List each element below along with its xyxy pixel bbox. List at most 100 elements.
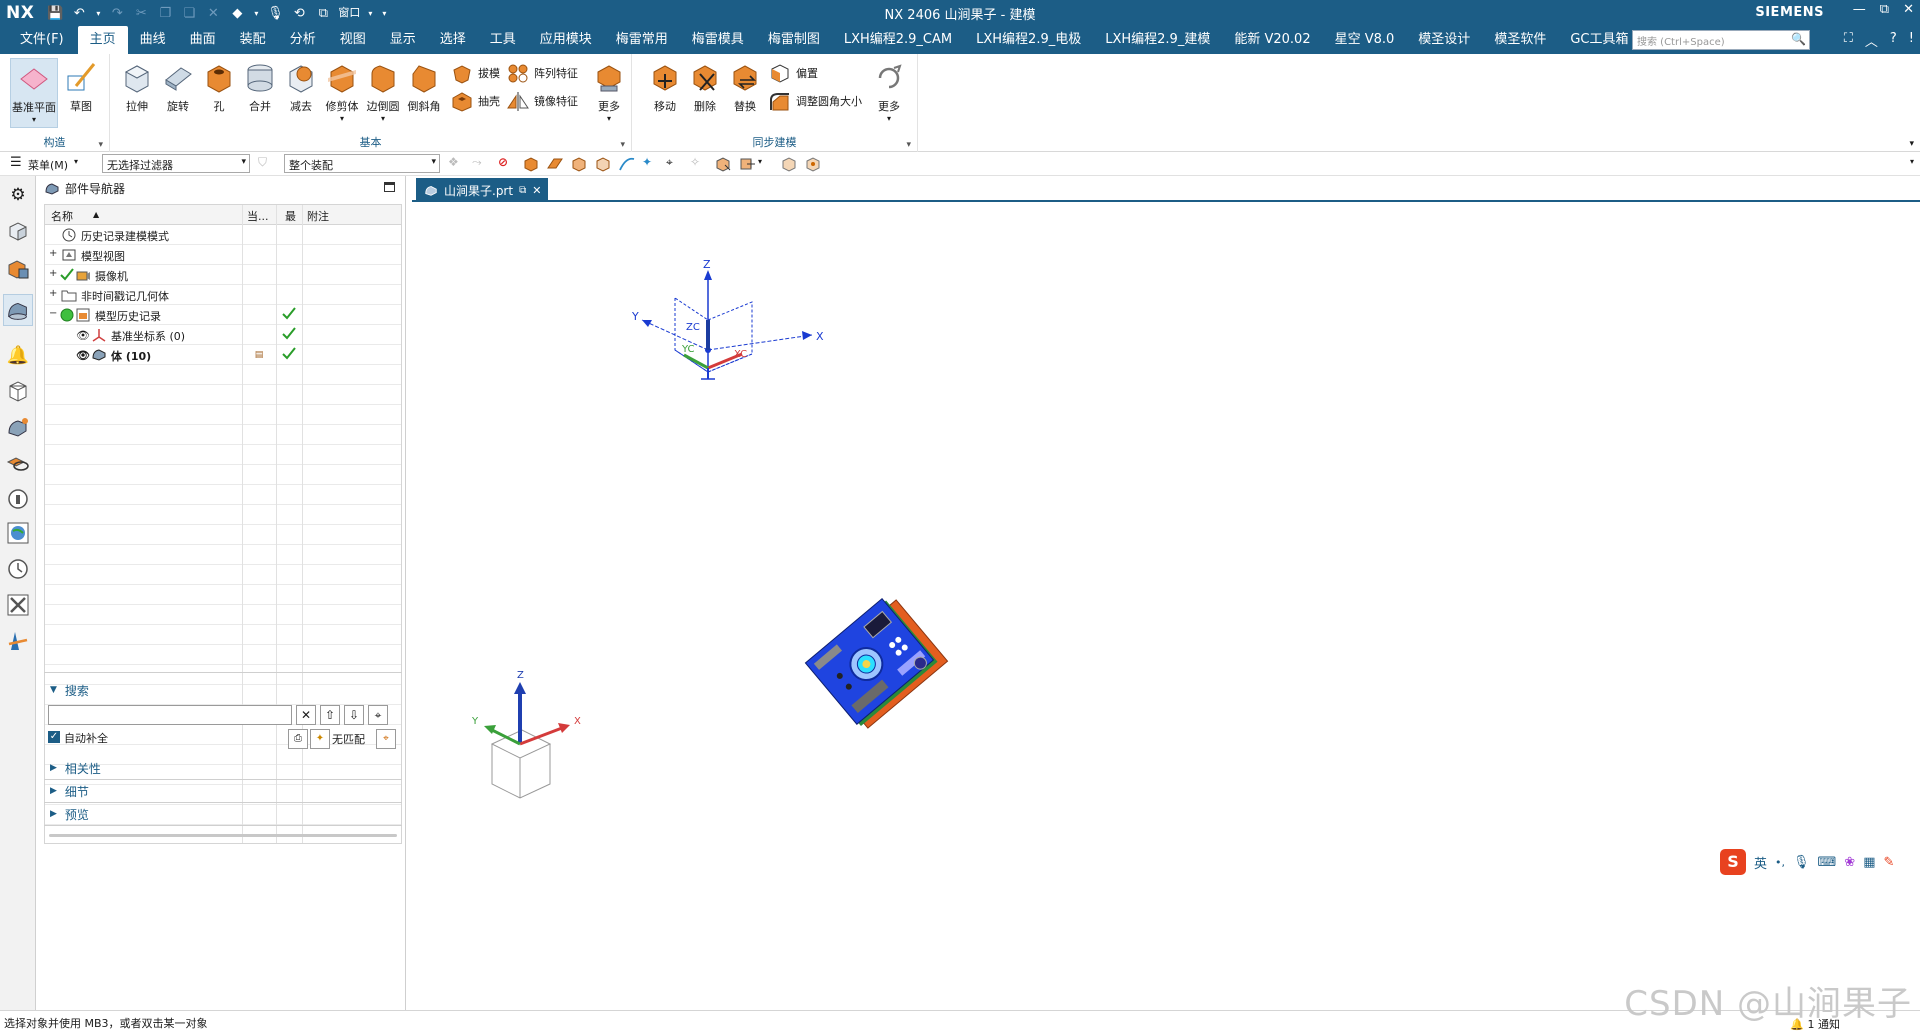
customize-qa-icon[interactable]: ▾ — [380, 4, 388, 22]
view-triad[interactable]: Z Y X — [471, 670, 581, 799]
maximize-panel-icon[interactable] — [384, 182, 395, 192]
tree-row-history-mode[interactable]: 历史记录建模模式 — [45, 225, 401, 245]
ime-more-icon[interactable]: ✎ — [1884, 855, 1895, 870]
menu-tab-13[interactable]: LXH编程2.9_CAM — [832, 26, 964, 54]
alert-icon[interactable]: ! — [1909, 31, 1914, 50]
help-icon[interactable]: ? — [1890, 31, 1897, 50]
delete-face-button[interactable]: 删除 — [684, 58, 726, 128]
search-options-button[interactable]: ⎙ — [288, 729, 308, 749]
ime-keyboard-icon[interactable]: ⌨ — [1818, 855, 1837, 870]
touch-dropdown-icon[interactable]: ▾ — [252, 4, 260, 22]
menu-tab-9[interactable]: 应用模块 — [528, 26, 604, 54]
visibility-eye-icon[interactable]: 👁 — [75, 347, 91, 363]
ime-logo-icon[interactable]: S — [1720, 849, 1746, 875]
type-filter-select[interactable]: 无选择过滤器 ▾ — [102, 154, 250, 173]
web-browser-icon[interactable] — [5, 450, 31, 476]
menu-tab-10[interactable]: 梅雷常用 — [604, 26, 680, 54]
command-search-input[interactable]: 搜索 (Ctrl+Space) 🔍 — [1632, 30, 1810, 50]
column-latest[interactable]: 最 — [285, 208, 296, 224]
show-hidden-icon[interactable]: ✧ — [690, 155, 708, 173]
shell-button[interactable]: 抽壳 — [450, 88, 500, 114]
tree-row-datum-csys[interactable]: 👁 基准坐标系 (0) — [45, 325, 401, 345]
delete-icon[interactable]: ✕ — [204, 4, 222, 22]
autocomplete-checkbox[interactable]: ✓ — [48, 731, 60, 743]
tree-row-model-history[interactable]: − 模型历史记录 — [45, 305, 401, 325]
pattern-feature-button[interactable]: 阵列特征 — [506, 60, 578, 86]
main-menu-button[interactable]: 菜单(M) — [28, 157, 68, 173]
menu-tab-1[interactable]: 曲线 — [128, 26, 178, 54]
move-face-button[interactable]: 移动 — [644, 58, 686, 128]
replace-face-button[interactable]: 替换 — [724, 58, 766, 128]
window-dropdown-icon[interactable]: ▾ — [366, 4, 374, 22]
menu-tab-4[interactable]: 分析 — [278, 26, 328, 54]
selection-scope-select[interactable]: 整个装配 ▾ — [284, 154, 440, 173]
search-section-header[interactable]: ▼ 搜索 — [44, 679, 406, 701]
select-point-icon[interactable]: ✦ — [642, 155, 660, 173]
menu-tab-19[interactable]: 模圣软件 — [1482, 26, 1558, 54]
search-next-button[interactable]: ⇩ — [344, 705, 364, 725]
sketch-button[interactable]: 草图 — [60, 58, 102, 128]
construct-group-dropdown-icon[interactable]: ▾ — [98, 140, 103, 150]
column-name[interactable]: 名称 — [51, 208, 73, 224]
search-filter-button[interactable]: ✦ — [310, 729, 330, 749]
basic-group-dropdown-icon[interactable]: ▾ — [620, 140, 625, 150]
menu-tab-2[interactable]: 曲面 — [178, 26, 228, 54]
ime-microphone-icon[interactable]: 🎙 — [1793, 855, 1810, 870]
navigator-search-input[interactable] — [48, 705, 292, 725]
model-body[interactable] — [804, 592, 949, 732]
copy-icon[interactable]: ❐ — [156, 4, 174, 22]
extrude-button[interactable]: 拉伸 — [116, 58, 158, 128]
visibility-eye-icon[interactable]: 👁 — [75, 327, 91, 343]
window-menu[interactable]: 窗口 — [338, 4, 360, 22]
undo-icon[interactable]: ↶ — [70, 4, 88, 22]
ribbon-options-dropdown-icon[interactable]: ▾ — [1909, 139, 1914, 149]
repeat-command-icon[interactable]: ⟲ — [290, 4, 308, 22]
column-current[interactable]: 当... — [247, 208, 269, 224]
hd3d-tools-icon[interactable] — [5, 414, 31, 440]
edge-blend-button[interactable]: 边倒圆 ▾ — [362, 58, 404, 128]
unite-button[interactable]: 合并 — [239, 58, 281, 128]
snap-point-icon[interactable]: ⌖ — [666, 155, 684, 173]
tree-row-non-timestamp[interactable]: + 非时间戳记几何体 — [45, 285, 401, 305]
tab-close-icon[interactable]: ✕ — [532, 184, 541, 197]
menu-tab-18[interactable]: 模圣设计 — [1406, 26, 1482, 54]
toolbar-options-dropdown-icon[interactable]: ▾ — [1910, 157, 1914, 166]
minimize-button[interactable]: — — [1853, 2, 1866, 17]
component-icon[interactable] — [804, 155, 822, 173]
datum-csys[interactable]: Z Y X ZC YC XC — [631, 258, 824, 380]
menu-tab-3[interactable]: 装配 — [228, 26, 278, 54]
menu-tab-16[interactable]: 能新 V20.02 — [1222, 26, 1322, 54]
ime-skin-icon[interactable]: ❀ — [1844, 855, 1855, 870]
select-face-icon[interactable] — [546, 155, 564, 173]
trim-body-button[interactable]: 修剪体 ▾ — [321, 58, 363, 128]
menu-tab-7[interactable]: 选择 — [428, 26, 478, 54]
expand-icon[interactable]: + — [49, 289, 58, 299]
assembly-constraint-icon[interactable] — [738, 155, 756, 173]
manufacturing-tool-icon[interactable] — [5, 628, 31, 654]
menu-tab-20[interactable]: GC工具箱 — [1558, 26, 1640, 54]
ime-punctuation-icon[interactable]: •, — [1775, 856, 1785, 869]
system-scene-icon[interactable] — [5, 520, 31, 546]
graphics-viewport[interactable]: Z Y X ZC YC XC Z Y X — [412, 204, 1920, 1010]
tree-row-cameras[interactable]: + 摄像机 — [45, 265, 401, 285]
save-icon[interactable]: 💾 — [46, 4, 64, 22]
file-menu[interactable]: 文件(F) — [0, 26, 78, 54]
constraint-navigator-icon[interactable] — [5, 256, 31, 282]
sync-more-button[interactable]: 更多 ▾ — [868, 58, 910, 128]
tree-row-model-views[interactable]: + 模型视图 — [45, 245, 401, 265]
trim-body-dropdown-icon[interactable]: ▾ — [321, 114, 363, 123]
datum-plane-dropdown-icon[interactable]: ▾ — [11, 115, 57, 124]
sort-ascending-icon[interactable]: ▲ — [93, 210, 99, 219]
undo-dropdown-icon[interactable]: ▾ — [94, 4, 102, 22]
relations-section-header[interactable]: ▶ 相关性 — [44, 757, 406, 779]
microphone-icon[interactable]: 🎙 — [266, 4, 284, 22]
select-all-icon[interactable]: ❖ — [448, 155, 466, 173]
part-navigator-icon[interactable] — [3, 294, 33, 326]
menu-tab-17[interactable]: 星空 V8.0 — [1323, 26, 1407, 54]
assembly-navigator-icon[interactable] — [5, 218, 31, 244]
viewport-canvas[interactable]: Z Y X ZC YC XC Z Y X — [412, 204, 1920, 1010]
preview-section-header[interactable]: ▶ 预览 — [44, 803, 406, 825]
sync-more-dropdown-icon[interactable]: ▾ — [868, 114, 910, 123]
main-menu-dropdown-icon[interactable]: ▾ — [74, 157, 78, 166]
menu-tab-0[interactable]: 主页 — [77, 26, 128, 54]
